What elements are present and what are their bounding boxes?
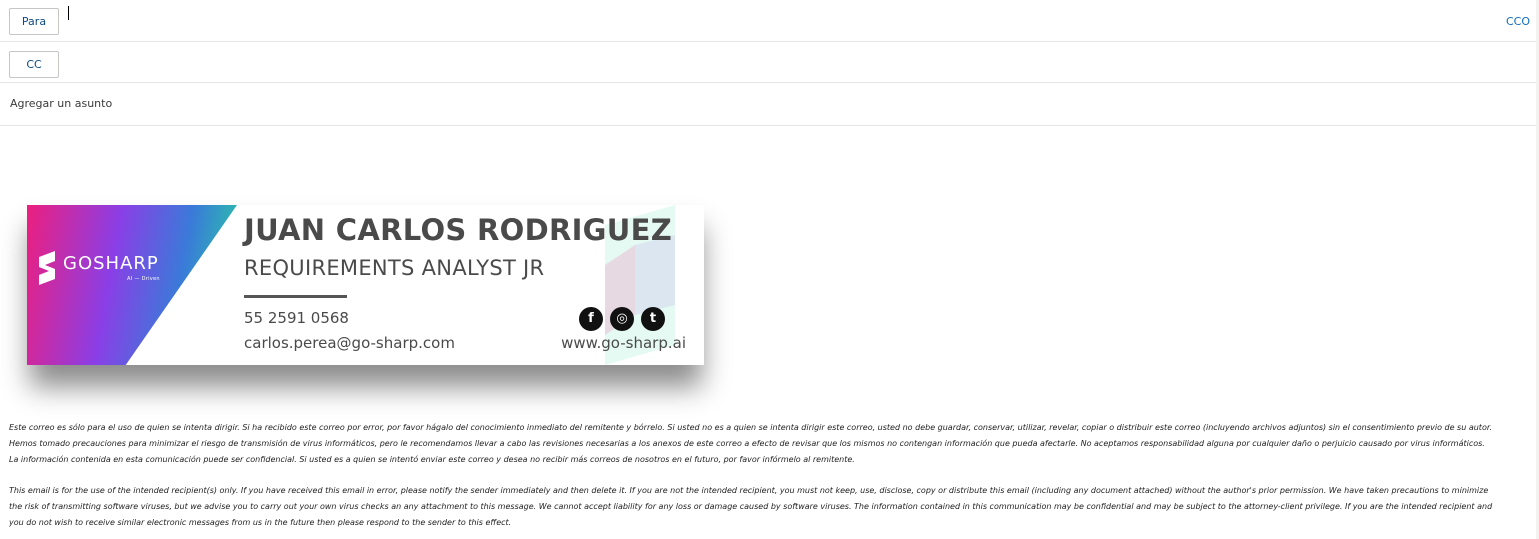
instagram-icon[interactable]: ◎ [610,307,634,331]
cc-button[interactable]: CC [9,51,59,78]
to-button[interactable]: Para [9,8,59,35]
disclaimer-english: This email is for the use of the intende… [9,483,1529,531]
email-signature: GOSHARP AI — Driven JUAN CARLOS RODRIGUE… [27,205,704,365]
to-row: Para CCO [0,0,1536,42]
disclaimer-spanish: Este correo es sólo para el uso de quien… [9,420,1529,468]
disclaimer-line: you do not wish to receive similar elect… [9,518,512,527]
facebook-icon[interactable]: f [579,307,603,331]
disclaimer-line: La información contenida en esta comunic… [9,455,855,464]
twitter-icon[interactable]: t [641,307,665,331]
disclaimer-line: Hemos tomado precauciones para minimizar… [9,439,1485,448]
logo-wordmark: GOSHARP [63,253,159,274]
subject-input[interactable]: Agregar un asunto [10,97,1510,110]
signature-divider [244,295,347,298]
signature-job-title: REQUIREMENTS ANALYST JR [244,256,545,280]
text-caret [68,6,69,20]
signature-website[interactable]: www.go-sharp.ai [561,334,686,352]
gosharp-logo-mark-icon [39,251,55,285]
logo-tagline: AI — Driven [127,276,160,282]
cc-row: CC [0,42,1536,83]
signature-name: JUAN CARLOS RODRIGUEZ [244,213,673,247]
disclaimer-line: Este correo es sólo para el uso de quien… [9,423,1492,432]
bcc-link[interactable]: CCO [1506,15,1530,28]
signature-email[interactable]: carlos.perea@go-sharp.com [244,334,455,352]
disclaimer-line: This email is for the use of the intende… [9,486,1489,495]
signature-phone: 55 2591 0568 [244,309,349,327]
gosharp-logo: GOSHARP AI — Driven [37,249,187,289]
subject-row: Agregar un asunto [0,83,1536,126]
to-input[interactable] [66,4,1496,34]
cc-input[interactable] [66,47,1496,77]
disclaimer-line: the risk of transmitting software viruse… [9,502,1493,511]
